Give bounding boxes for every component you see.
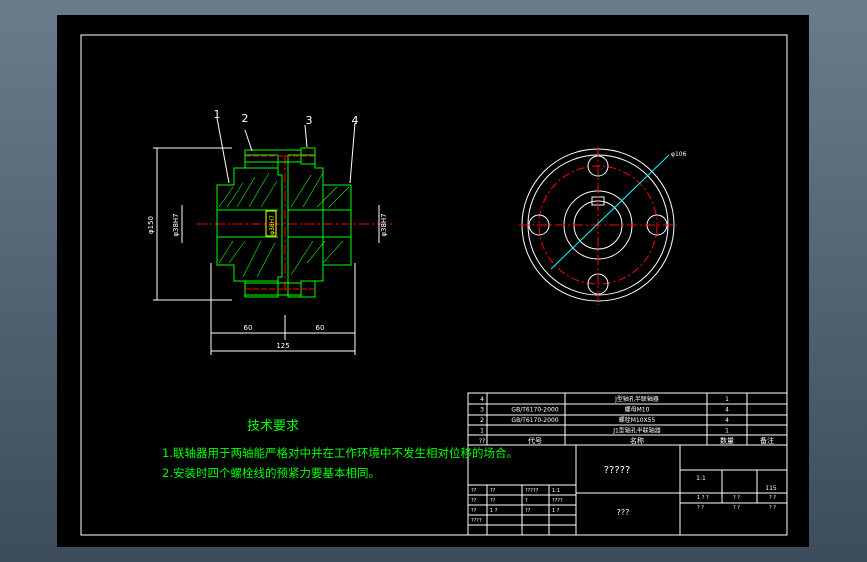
dim-length-left: 60 (244, 324, 253, 332)
bom-name: 螺母M10 (625, 406, 650, 414)
title-left-cell: ?? (490, 488, 496, 494)
front-view (153, 117, 392, 355)
drawing-border (80, 34, 788, 536)
bolt-bottom (244, 280, 316, 298)
title-cell: ? ? (733, 495, 740, 501)
bom-no: 3 (480, 407, 484, 414)
title-left-cell: ? (525, 498, 528, 504)
note-line-1: 1.联轴器用于两轴能严格对中并在工作环境中不发生相对位移的场合。 (162, 446, 518, 460)
dim-bolt-circle: φ106 (671, 151, 687, 158)
bom-name: 螺栓M10X55 (619, 416, 656, 424)
notes-title: 技术要求 (247, 419, 299, 434)
drawing-sheet: 1 2 3 4 φ150 φ38H7 φ38H7 φ38H7 60 60 125 φ106 技术要求 1.… (57, 15, 809, 547)
title-left-cell: 1:1 (552, 488, 560, 494)
title-drawing-name: ????? (604, 465, 631, 476)
bom-qty: 1 (725, 396, 729, 403)
title-left-cell: 1 ? (490, 508, 498, 514)
title-left-cell: ????? (525, 488, 539, 494)
bom-code: GB/T6170-2000 (511, 407, 558, 414)
side-view (519, 147, 677, 305)
dim-bore-left: φ38H7 (172, 213, 180, 236)
balloon-1: 1 (214, 108, 221, 121)
bom-no: 4 (480, 396, 484, 403)
dimension-lines (153, 147, 380, 355)
dim-center-bore: φ38H7 (269, 215, 276, 235)
bom-header-code: 代号 (528, 436, 542, 445)
section-hatch (218, 172, 350, 278)
bom-name: J1型轴孔半联轴器 (612, 427, 661, 435)
title-scale: 1:1 (696, 475, 706, 482)
bom-qty: 1 (725, 428, 729, 435)
bom-header-note: 备注 (760, 436, 774, 445)
title-cell: ? ? (769, 505, 776, 511)
title-cell: ? ? (697, 505, 704, 511)
title-left-cell: ?? (471, 488, 477, 494)
title-sheet-number: 115 (765, 485, 777, 492)
balloon-4: 4 (352, 114, 359, 127)
title-left-cell: 1 ? (552, 508, 560, 514)
title-left-cell: ?? (525, 508, 531, 514)
dim-bore-right: φ38H7 (380, 213, 388, 236)
balloon-2: 2 (242, 112, 249, 125)
title-left-cell: ?? (490, 498, 496, 504)
note-line-2: 2.安装时四个螺栓线的预紧力要基本相同。 (162, 466, 380, 480)
title-left-cell: ???? (471, 518, 482, 524)
title-left-cell: ???? (552, 498, 563, 504)
title-cell: 1 ? ? (697, 495, 709, 501)
dim-outer-diameter: φ150 (147, 216, 155, 234)
title-cell: ? ? (733, 505, 740, 511)
dim-total-length: 125 (276, 342, 289, 350)
drawing-text-layer: 1 2 3 4 φ150 φ38H7 φ38H7 φ38H7 60 60 125 φ106 技术要求 1.… (147, 108, 777, 524)
bolt-circle-dim-line (550, 154, 670, 270)
bom-header-qty: 数量 (720, 436, 734, 445)
bom-qty: 4 (725, 407, 729, 414)
bom-qty: 4 (725, 417, 729, 424)
drawing-canvas: 1 2 3 4 φ150 φ38H7 φ38H7 φ38H7 60 60 125 φ106 技术要求 1.… (80, 34, 788, 536)
title-left-cell: ?? (471, 508, 477, 514)
title-company: ??? (617, 508, 630, 517)
bom-header-name: 名称 (630, 436, 644, 445)
right-half-coupling (287, 154, 352, 298)
balloon-3: 3 (306, 114, 313, 127)
title-cell: ? ? (769, 495, 776, 501)
bom-name: J型轴孔半联轴器 (614, 395, 659, 403)
cad-window: 1 2 3 4 φ150 φ38H7 φ38H7 φ38H7 60 60 125 φ106 技术要求 1.… (0, 0, 867, 562)
bom-no: 1 (480, 428, 484, 435)
dim-length-right: 60 (316, 324, 325, 332)
bom-no: 2 (480, 417, 484, 424)
title-left-cell: ?? (471, 498, 477, 504)
bom-code: GB/T6170-2000 (511, 417, 558, 424)
bolt-top (244, 147, 316, 165)
bom-header-no: ?? (479, 438, 485, 445)
